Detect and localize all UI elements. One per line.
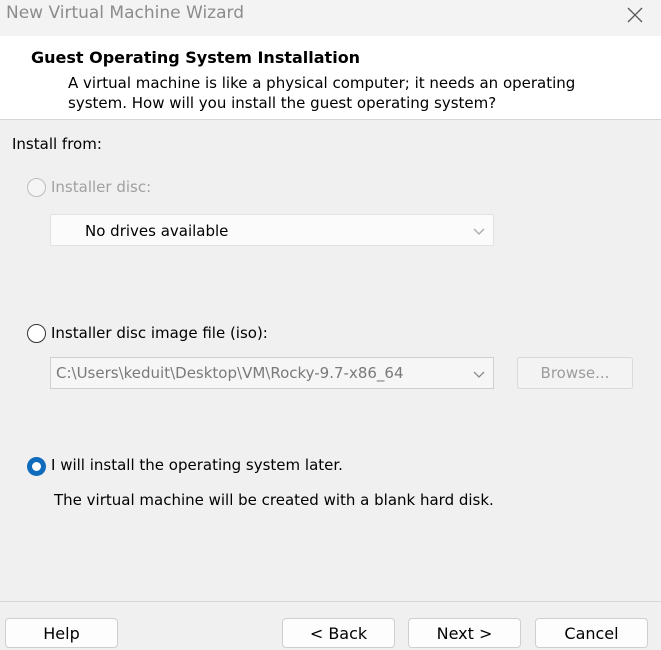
page-description: A virtual machine is like a physical com… [68, 74, 576, 112]
page-title: Guest Operating System Installation [31, 48, 361, 67]
install-later-radio[interactable] [27, 457, 46, 476]
install-later-description: The virtual machine will be created with… [54, 491, 494, 509]
wizard-footer: Help < Back Next > Cancel [0, 601, 661, 650]
cancel-button[interactable]: Cancel [535, 618, 648, 648]
iso-path-combobox[interactable]: C:\Users\keduit\Desktop\VM\Rocky-9.7-x86… [50, 357, 494, 389]
drive-select[interactable]: No drives available [50, 214, 494, 246]
chevron-down-icon [473, 371, 485, 378]
install-from-label: Install from: [12, 135, 102, 153]
wizard-header: Guest Operating System Installation A vi… [0, 36, 661, 120]
close-icon [627, 7, 643, 23]
title-bar: New Virtual Machine Wizard [0, 0, 661, 36]
installer-disc-radio[interactable] [27, 178, 46, 197]
next-button[interactable]: Next > [408, 618, 521, 648]
help-button[interactable]: Help [5, 618, 118, 648]
wizard-content: Install from: Installer disc: No drives … [0, 121, 661, 601]
back-button[interactable]: < Back [282, 618, 395, 648]
chevron-down-icon [473, 228, 485, 235]
iso-path-value: C:\Users\keduit\Desktop\VM\Rocky-9.7-x86… [56, 364, 404, 382]
browse-button[interactable]: Browse... [517, 357, 633, 389]
install-later-label: I will install the operating system late… [51, 456, 343, 474]
iso-radio[interactable] [27, 324, 46, 343]
window-title: New Virtual Machine Wizard [6, 3, 244, 23]
drive-select-value: No drives available [85, 222, 229, 240]
installer-disc-label: Installer disc: [51, 178, 152, 196]
close-button[interactable] [615, 0, 655, 30]
iso-label: Installer disc image file (iso): [51, 324, 268, 342]
